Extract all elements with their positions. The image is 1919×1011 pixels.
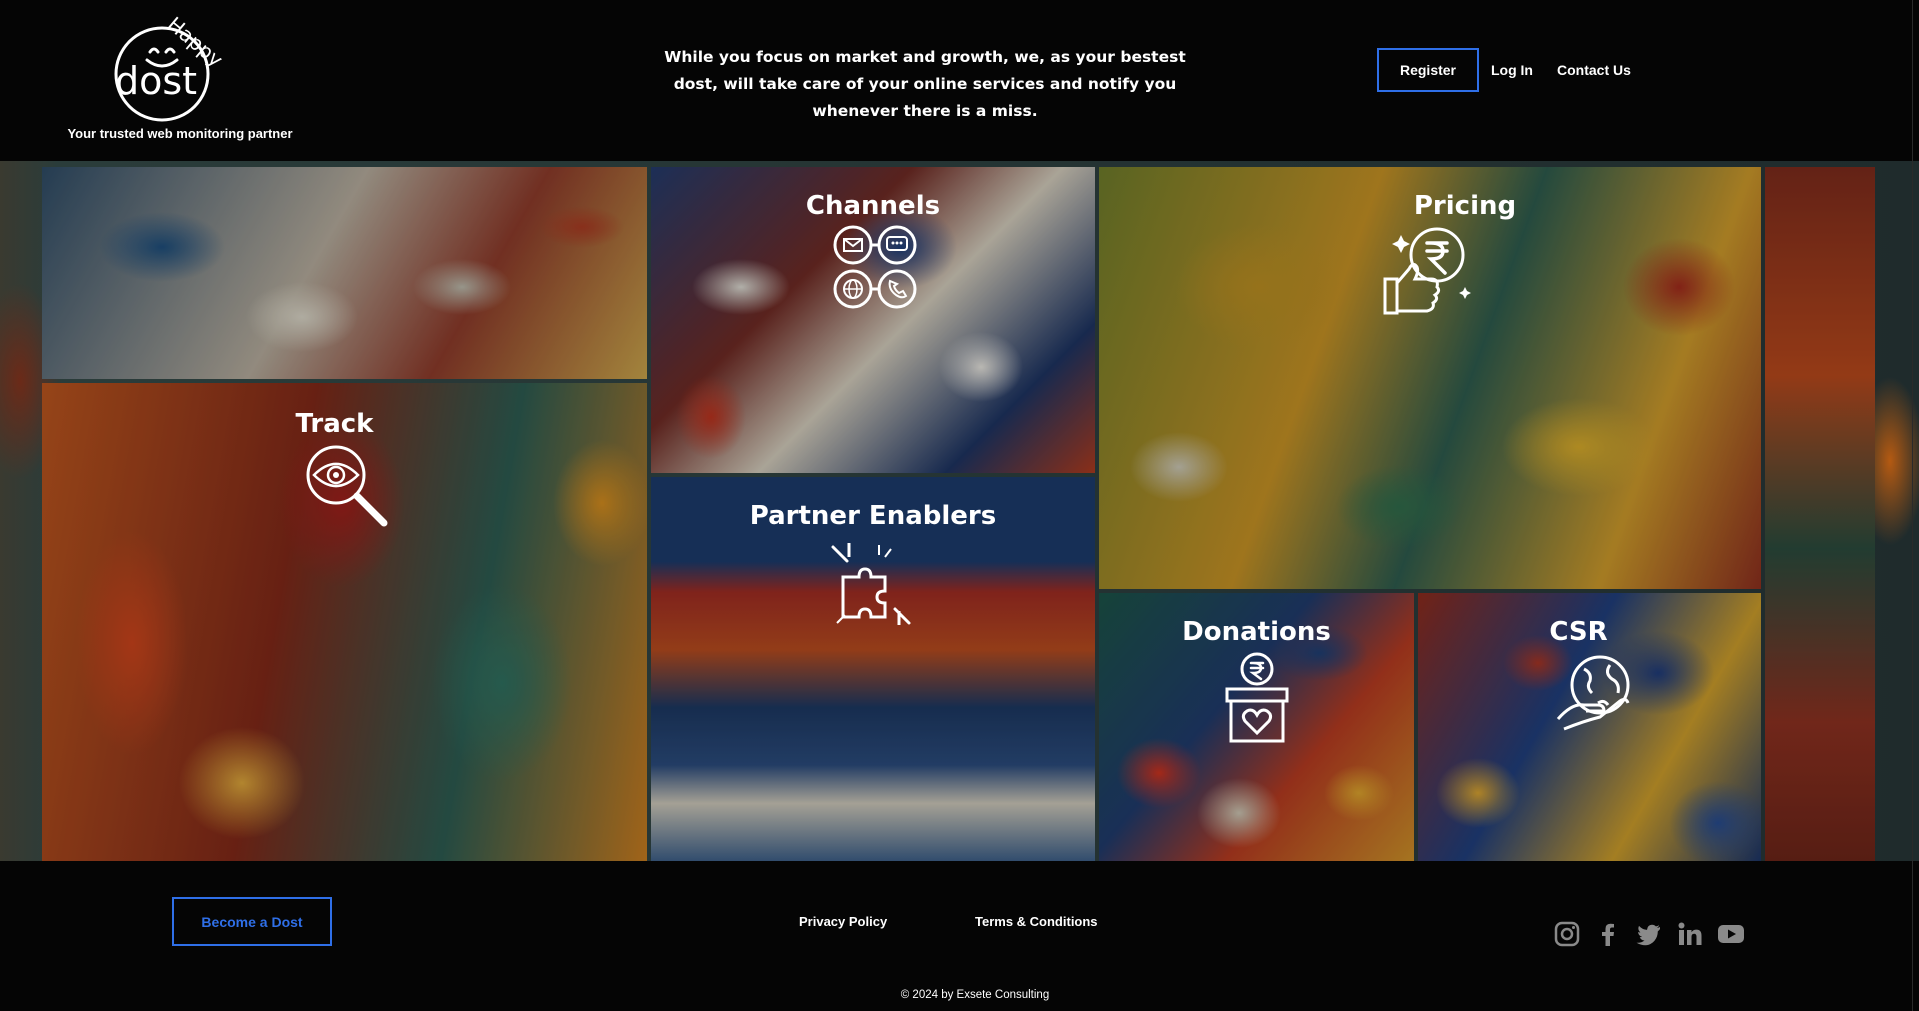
- contact-us-link[interactable]: Contact Us: [1557, 62, 1631, 78]
- painted-background: Track Channels Partner Enablers Pricing …: [0, 161, 1919, 861]
- youtube-icon[interactable]: [1717, 920, 1745, 948]
- tile-title-partner-enablers: Partner Enablers: [749, 501, 997, 531]
- tile-track[interactable]: Track: [42, 383, 647, 861]
- facebook-icon[interactable]: [1594, 920, 1622, 948]
- logo[interactable]: dost Happy Your trusted web monitoring p…: [60, 12, 300, 147]
- linkedin-icon[interactable]: [1676, 920, 1704, 948]
- twitter-icon[interactable]: [1635, 920, 1663, 948]
- register-button[interactable]: Register: [1377, 48, 1479, 92]
- puzzle-hands-icon: [831, 543, 911, 625]
- tile-donations[interactable]: Donations: [1099, 593, 1414, 861]
- copyright-text: © 2024 by Exsete Consulting: [900, 989, 1050, 1001]
- site-header: dost Happy Your trusted web monitoring p…: [0, 0, 1919, 161]
- tile-channels[interactable]: Channels: [651, 167, 1095, 473]
- art-tile-top-left: [42, 167, 647, 379]
- become-a-dost-button[interactable]: Become a Dost: [172, 897, 332, 946]
- smiley-logo-icon: dost Happy: [114, 12, 225, 122]
- globe-hand-icon: [1556, 655, 1630, 731]
- login-link[interactable]: Log In: [1491, 62, 1533, 78]
- tile-title-donations: Donations: [1182, 617, 1331, 647]
- tile-title-csr: CSR: [1549, 617, 1608, 647]
- tile-csr[interactable]: CSR: [1418, 593, 1761, 861]
- intro-text: While you focus on market and growth, we…: [664, 48, 1186, 120]
- rupee-thumbs-up-icon: [1383, 227, 1471, 315]
- logo-tagline: Your trusted web monitoring partner: [67, 126, 293, 141]
- channels-icon: [833, 225, 917, 309]
- tile-pricing[interactable]: Pricing: [1099, 167, 1761, 589]
- art-tile-right-edge: [1765, 167, 1875, 861]
- donation-box-icon: [1225, 652, 1289, 743]
- tile-title-pricing: Pricing: [1413, 191, 1517, 221]
- privacy-policy-link[interactable]: Privacy Policy: [799, 914, 887, 929]
- logo-big-word: dost: [115, 59, 197, 103]
- tile-title-track: Track: [295, 409, 374, 439]
- window-edge-divider: [1912, 0, 1913, 1011]
- terms-conditions-link[interactable]: Terms & Conditions: [975, 914, 1098, 929]
- eye-magnifier-icon: [306, 445, 388, 527]
- site-footer: Become a Dost Privacy Policy Terms & Con…: [0, 861, 1919, 1011]
- social-bar: [1553, 920, 1745, 948]
- tile-title-channels: Channels: [805, 191, 941, 221]
- tile-partner-enablers[interactable]: Partner Enablers: [651, 477, 1095, 861]
- instagram-icon[interactable]: [1553, 920, 1581, 948]
